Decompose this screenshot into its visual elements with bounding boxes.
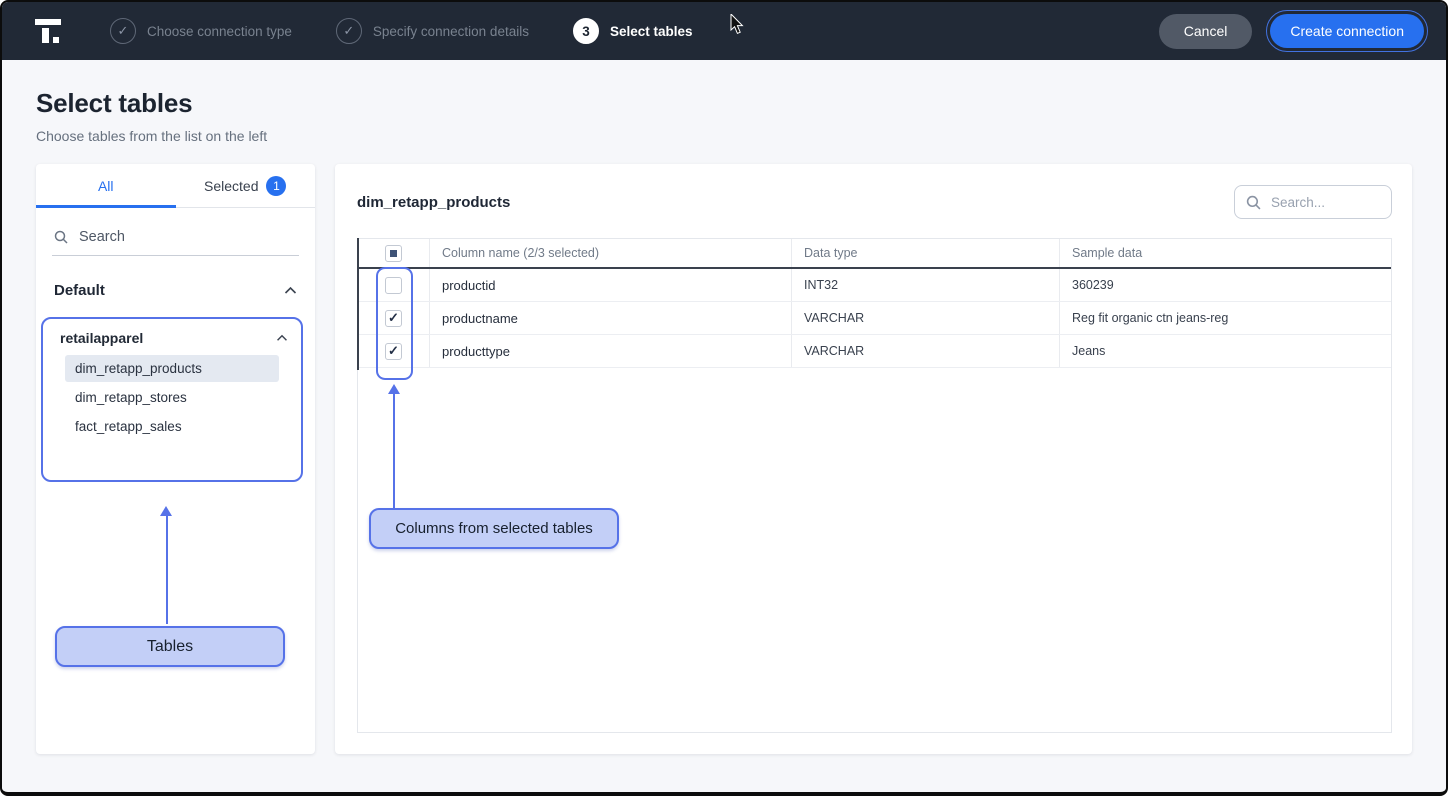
tab-all-label: All (98, 178, 114, 194)
columns-annotation-callout: Columns from selected tables (369, 508, 619, 549)
tab-selected[interactable]: Selected 1 (176, 164, 316, 207)
columns-annotation-outline (376, 267, 413, 380)
table-left-accent (357, 238, 359, 370)
step-check-icon: ✓ (336, 18, 362, 44)
create-connection-button[interactable]: Create connection (1270, 14, 1424, 48)
thoughtspot-logo (32, 15, 64, 47)
columns-search-input[interactable] (1269, 194, 1380, 211)
sidebar-table-item[interactable]: dim_retapp_products (65, 355, 279, 382)
schema-retailapparel[interactable]: retailapparel (43, 319, 301, 353)
data-type-cell: VARCHAR (792, 335, 1060, 367)
data-type-cell: VARCHAR (792, 302, 1060, 334)
step-choose-connection-type[interactable]: ✓ Choose connection type (110, 18, 292, 44)
columns-annotation-arrow-line (393, 393, 395, 508)
data-type-header: Data type (792, 239, 1060, 267)
page-head: Select tables Choose tables from the lis… (2, 60, 1446, 164)
search-icon (1246, 195, 1261, 210)
column-name-cell: productname (430, 302, 792, 334)
sidebar-search-input[interactable] (77, 228, 297, 246)
group-default[interactable]: Default (36, 262, 315, 311)
topbar-actions: Cancel Create connection (1159, 10, 1428, 52)
selected-table-title: dim_retapp_products (357, 194, 510, 211)
chevron-up-icon[interactable] (284, 286, 297, 295)
select-all-checkbox[interactable] (385, 245, 402, 262)
tables-annotation-arrow-line (166, 516, 168, 624)
columns-panel: dim_retapp_products (335, 164, 1412, 754)
sidebar-table-item[interactable]: dim_retapp_stores (65, 384, 279, 411)
chevron-up-icon[interactable] (276, 334, 288, 342)
step-select-tables[interactable]: 3 Select tables (573, 18, 693, 44)
tables-annotation-label: Tables (147, 638, 193, 656)
table-row: ✓ productname VARCHAR Reg fit organic ct… (358, 302, 1391, 335)
step-label: Specify connection details (373, 24, 529, 39)
app-window: ✓ Choose connection type ✓ Specify conne… (0, 0, 1448, 796)
columns-annotation-label: Columns from selected tables (395, 520, 593, 537)
table-row: productid INT32 360239 (358, 269, 1391, 302)
group-default-label: Default (54, 282, 105, 299)
step-check-icon: ✓ (110, 18, 136, 44)
mouse-cursor-icon (730, 14, 746, 41)
wizard-steps: ✓ Choose connection type ✓ Specify conne… (110, 18, 693, 44)
step-label: Select tables (610, 24, 693, 39)
columns-table-header: Column name (2/3 selected) Data type Sam… (358, 239, 1391, 269)
columns-panel-head: dim_retapp_products (335, 164, 1412, 238)
step-number: 3 (573, 18, 599, 44)
page-title: Select tables (36, 88, 1412, 119)
content-area: All Selected 1 Default (2, 164, 1446, 754)
column-name-cell: productid (430, 269, 792, 301)
step-label: Choose connection type (147, 24, 292, 39)
sample-data-header: Sample data (1060, 239, 1391, 267)
column-name-cell: producttype (430, 335, 792, 367)
tab-selected-label: Selected (204, 178, 258, 194)
wizard-topbar: ✓ Choose connection type ✓ Specify conne… (2, 2, 1446, 60)
search-icon (54, 230, 68, 244)
page-subtitle: Choose tables from the list on the left (36, 128, 1412, 144)
tables-annotation-arrow (160, 506, 172, 516)
sidebar-table-item[interactable]: fact_retapp_sales (65, 413, 279, 440)
create-connection-focus-ring: Create connection (1266, 10, 1428, 52)
indeterminate-checkbox-icon (390, 250, 397, 257)
header-checkbox-cell (358, 239, 430, 267)
columns-search (1234, 185, 1392, 219)
sidebar-tabs: All Selected 1 (36, 164, 315, 208)
step-specify-connection-details[interactable]: ✓ Specify connection details (336, 18, 529, 44)
tables-sidebar: All Selected 1 Default (36, 164, 315, 754)
sidebar-search (52, 228, 299, 256)
cancel-button[interactable]: Cancel (1159, 14, 1253, 49)
sample-data-cell: Jeans (1060, 335, 1391, 367)
tables-annotation-outline: retailapparel dim_retapp_products dim_re… (41, 317, 303, 482)
table-row: ✓ producttype VARCHAR Jeans (358, 335, 1391, 368)
tables-annotation-callout: Tables (55, 626, 285, 667)
schema-label: retailapparel (60, 330, 143, 346)
selected-count-badge: 1 (266, 176, 286, 196)
column-name-header: Column name (2/3 selected) (430, 239, 792, 267)
tab-all[interactable]: All (36, 164, 176, 207)
sample-data-cell: Reg fit organic ctn jeans-reg (1060, 302, 1391, 334)
data-type-cell: INT32 (792, 269, 1060, 301)
columns-table: Column name (2/3 selected) Data type Sam… (357, 238, 1392, 733)
sample-data-cell: 360239 (1060, 269, 1391, 301)
